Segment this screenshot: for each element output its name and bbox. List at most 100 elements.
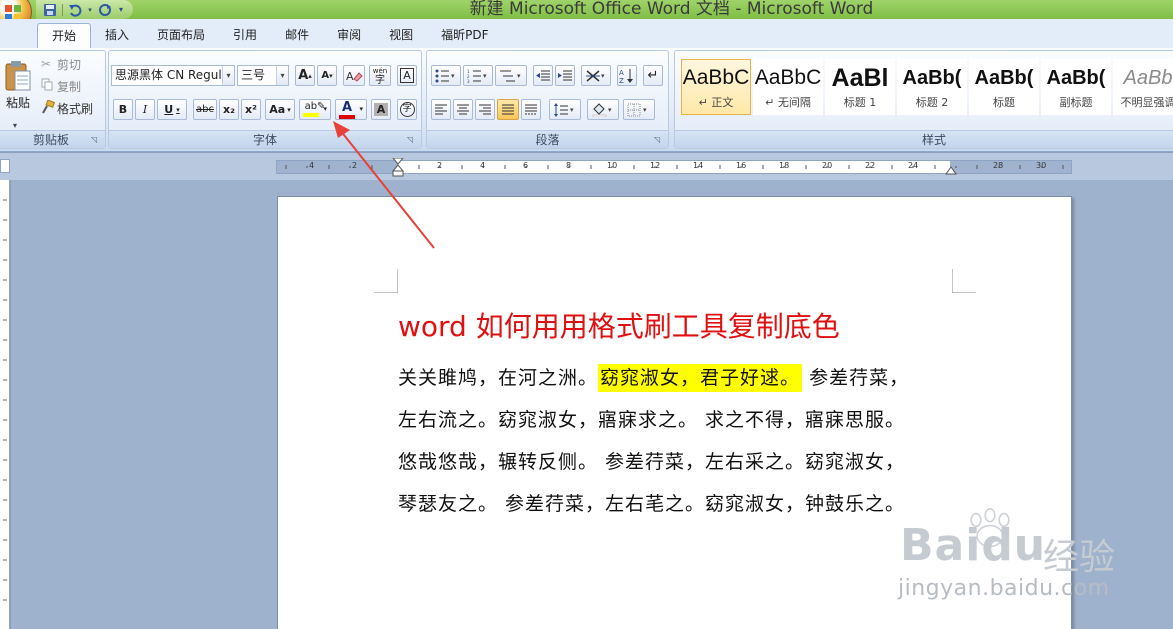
vertical-ruler[interactable]: [0, 180, 10, 629]
horizontal-ruler[interactable]: 4 2 2 4 6 8 10 12 14 16 18 20 22 24 28 3…: [276, 158, 1072, 177]
ruler-number: 24: [908, 161, 919, 170]
format-painter-button[interactable]: 格式刷: [41, 98, 103, 117]
bold-label: B: [118, 103, 128, 116]
font-name-combo[interactable]: 思源黑体 CN Regul ▾: [111, 65, 235, 86]
shading-button[interactable]: ▾: [587, 99, 619, 120]
superscript-button[interactable]: x²: [241, 99, 261, 120]
align-left-icon: [435, 104, 447, 114]
sort-button[interactable]: AZ: [617, 65, 637, 86]
tab-references[interactable]: 引用: [219, 23, 271, 48]
style-name: ↵ 正文: [698, 96, 734, 109]
strikethrough-button[interactable]: abc: [193, 99, 217, 120]
shrink-font-label: A: [321, 70, 330, 81]
bullets-button[interactable]: ▾: [431, 65, 461, 86]
chevron-down-icon[interactable]: ▾: [359, 105, 363, 113]
multilevel-list-button[interactable]: ▾: [495, 65, 527, 86]
text-run: 参差荇菜，: [802, 367, 910, 389]
tab-page-layout[interactable]: 页面布局: [143, 23, 219, 48]
tab-insert[interactable]: 插入: [91, 23, 143, 48]
paste-button[interactable]: 粘贴: [1, 55, 35, 115]
customize-icon[interactable]: ▾: [117, 2, 125, 17]
align-center-icon: [457, 104, 469, 114]
tab-home[interactable]: 开始: [37, 23, 92, 48]
dialog-launcher-icon[interactable]: ◹: [654, 135, 664, 145]
document-line-4[interactable]: 琴瑟友之。 参差荇菜，左右芼之。窈窕淑女，钟鼓乐之。: [398, 489, 905, 516]
subscript-button[interactable]: x₂: [219, 99, 239, 120]
dialog-launcher-icon[interactable]: ◹: [91, 135, 101, 145]
ruler-number: 28: [993, 161, 1004, 170]
svg-text:▾: ▾: [570, 106, 574, 114]
tab-foxit-pdf[interactable]: 福昕PDF: [427, 23, 502, 48]
copy-button[interactable]: 复制: [41, 77, 101, 95]
document-line-1[interactable]: 关关雎鸠，在河之洲。 窈窕淑女，君子好逑。 参差荇菜，: [398, 363, 910, 392]
align-center-button[interactable]: [453, 99, 473, 120]
redo-icon[interactable]: [97, 2, 113, 17]
paste-icon: [5, 60, 31, 90]
style-no-spacing[interactable]: AaBbC ↵ 无间隔: [753, 59, 823, 115]
shrink-font-button[interactable]: A ▾: [317, 65, 337, 86]
document-line-3[interactable]: 悠哉悠哉，辗转反侧。 参差荇菜，左右采之。窈窕淑女，: [398, 447, 905, 474]
align-left-button[interactable]: [431, 99, 451, 120]
style-heading-1[interactable]: AaBl 标题 1: [825, 59, 895, 115]
chevron-down-icon[interactable]: ▾: [222, 66, 234, 85]
chevron-down-icon[interactable]: ▾: [276, 66, 288, 85]
dialog-launcher-icon[interactable]: ◹: [407, 135, 417, 145]
line-spacing-button[interactable]: ▾: [549, 99, 581, 120]
tab-view[interactable]: 视图: [375, 23, 427, 48]
font-color-button[interactable]: A ▾: [335, 99, 367, 120]
undo-icon[interactable]: [67, 2, 83, 17]
borders-button[interactable]: ▾: [623, 99, 655, 120]
title-bar: 新建 Microsoft Office Word 文档 - Microsoft …: [0, 0, 1173, 32]
font-size-combo[interactable]: 三号 ▾: [237, 65, 289, 86]
change-case-button[interactable]: Aa ▾: [265, 99, 295, 120]
distributed-button[interactable]: [521, 99, 541, 120]
highlight-button[interactable]: ab✎ ▾: [299, 99, 331, 120]
clipboard-group-label: 剪贴板: [0, 130, 105, 148]
underline-button[interactable]: U ▾: [157, 99, 187, 120]
chevron-down-icon[interactable]: ▾: [287, 106, 291, 114]
character-shading-button[interactable]: A: [371, 99, 391, 120]
style-normal[interactable]: AaBbC ↵ 正文: [681, 59, 751, 115]
style-subtitle[interactable]: AaBb( 副标题: [1041, 59, 1111, 115]
show-marks-button[interactable]: ↵: [643, 65, 663, 86]
phonetic-guide-button[interactable]: wén 字: [369, 65, 391, 86]
align-right-button[interactable]: [475, 99, 495, 120]
ribbon-tabs-row: 开始 插入 页面布局 引用 邮件 审阅 视图 福昕PDF: [0, 19, 1173, 48]
chevron-down-icon[interactable]: ▾: [323, 105, 327, 113]
paste-dropdown-icon[interactable]: ▾: [13, 121, 17, 130]
italic-button[interactable]: I: [135, 99, 155, 120]
chinese-layout-button[interactable]: ▾: [581, 65, 611, 86]
tab-review[interactable]: 审阅: [323, 23, 375, 48]
grow-font-button[interactable]: A ▴: [295, 65, 315, 86]
ruler-number: 16: [736, 161, 747, 170]
tab-mailings[interactable]: 邮件: [271, 23, 323, 48]
justify-button[interactable]: [497, 99, 519, 120]
undo-dropdown-icon[interactable]: ▾: [87, 2, 93, 17]
style-heading-2[interactable]: AaBb( 标题 2: [897, 59, 967, 115]
clear-format-icon: A: [346, 70, 363, 83]
increase-indent-button[interactable]: [555, 65, 575, 86]
document-heading[interactable]: word 如何用用格式刷工具复制底色: [398, 305, 840, 345]
watermark-brand: Baidu: [900, 520, 1046, 571]
right-indent-marker-icon[interactable]: [945, 165, 957, 175]
character-border-button[interactable]: A: [397, 65, 417, 86]
decrease-indent-button[interactable]: [533, 65, 553, 86]
style-subtle-emphasis[interactable]: AaBb 不明显强调: [1113, 59, 1173, 115]
document-line-2[interactable]: 左右流之。窈窕淑女，寤寐求之。 求之不得，寤寐思服。: [398, 405, 905, 432]
font-size-value: 三号: [241, 68, 266, 82]
enclose-characters-button[interactable]: 字: [397, 99, 417, 120]
indent-marker-icon[interactable]: [391, 158, 405, 178]
clear-format-button[interactable]: A: [343, 65, 365, 86]
separator: [62, 3, 63, 16]
save-icon[interactable]: [42, 2, 58, 17]
font-name-value: 思源黑体 CN Regul: [115, 68, 222, 82]
chevron-down-icon[interactable]: ▾: [176, 106, 180, 114]
numbering-button[interactable]: 1 2 3 ▾: [463, 65, 493, 86]
cut-button[interactable]: ✂ 剪切: [41, 55, 101, 73]
highlight-label: ab: [304, 101, 318, 112]
style-title[interactable]: AaBb( 标题: [969, 59, 1039, 115]
style-sample: AaBl: [831, 64, 889, 92]
bold-button[interactable]: B: [113, 99, 133, 120]
tab-selector[interactable]: [0, 159, 10, 173]
style-sample: AaBbC: [682, 66, 750, 89]
